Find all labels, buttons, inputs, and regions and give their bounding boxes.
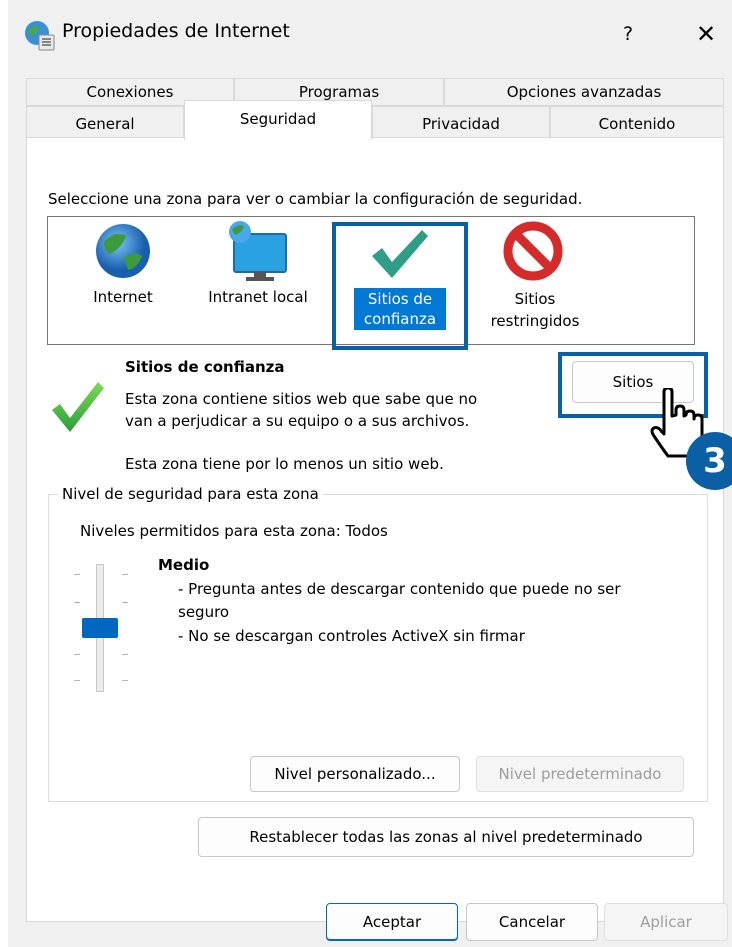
tab-opciones-avanzadas[interactable]: Opciones avanzadas <box>444 78 724 106</box>
zone-label: Intranet local <box>208 288 308 306</box>
tick-mark <box>122 602 128 603</box>
zone-intranet-local[interactable]: Intranet local <box>196 220 320 330</box>
intranet-icon <box>226 220 292 282</box>
globe-icon <box>92 220 154 282</box>
default-level-button: Nivel predeterminado <box>476 756 684 792</box>
zone-label-line1: Sitios <box>514 290 556 308</box>
zone-info: Esta zona tiene por lo menos un sitio we… <box>125 455 444 473</box>
security-level-slider[interactable] <box>70 560 132 696</box>
tick-mark <box>122 574 128 575</box>
group-label: Nivel de seguridad para esta zona <box>58 485 323 503</box>
zone-label-line2: restringidos <box>490 312 580 330</box>
reset-all-zones-button[interactable]: Restablecer todas las zonas al nivel pre… <box>198 817 694 857</box>
zone-internet[interactable]: Internet <box>70 220 176 330</box>
tab-label: Contenido <box>598 115 676 133</box>
zone-instruction: Seleccione una zona para ver o cambiar l… <box>48 190 583 208</box>
tab-privacidad[interactable]: Privacidad <box>372 106 550 138</box>
checkmark-icon <box>368 226 432 282</box>
tick-mark <box>122 680 128 681</box>
level-bullet1-line1: - Pregunta antes de descargar contenido … <box>178 580 621 598</box>
tab-contenido[interactable]: Contenido <box>550 106 724 138</box>
tab-label: Privacidad <box>422 115 500 133</box>
zone-label: Internet <box>93 288 153 306</box>
step-number: 3 <box>703 441 727 481</box>
tick-mark <box>74 680 80 681</box>
zone-title: Sitios de confianza <box>125 358 285 376</box>
tick-mark <box>74 574 80 575</box>
tab-label: General <box>75 115 135 133</box>
cancel-button[interactable]: Cancelar <box>466 903 598 941</box>
restricted-icon <box>502 220 564 282</box>
zone-description-line1: Esta zona contiene sitios web que sabe q… <box>125 390 478 408</box>
zone-description-line2: van a perjudicar a su equipo o a sus arc… <box>125 412 470 430</box>
tick-mark <box>74 602 80 603</box>
window-title: Propiedades de Internet <box>62 20 290 42</box>
slider-thumb[interactable] <box>82 618 118 638</box>
tab-label: Opciones avanzadas <box>506 83 662 101</box>
zone-check-icon <box>50 378 106 434</box>
zone-label-line1: Sitios de <box>367 290 433 308</box>
level-name: Medio <box>158 556 210 574</box>
apply-button: Aplicar <box>604 903 728 941</box>
internet-options-icon <box>22 18 56 52</box>
level-bullet2: - No se descargan controles ActiveX sin … <box>178 627 525 645</box>
tab-label: Conexiones <box>86 83 174 101</box>
tick-mark <box>122 654 128 655</box>
close-button[interactable]: ✕ <box>686 16 726 52</box>
zone-label-line2: confianza <box>363 310 437 328</box>
tab-general[interactable]: General <box>26 106 184 138</box>
level-bullet1-line2: seguro <box>178 603 230 621</box>
tab-label: Programas <box>298 83 380 101</box>
tab-seguridad[interactable]: Seguridad <box>184 100 372 140</box>
zone-sitios-restringidos[interactable]: Sitios restringidos <box>480 220 590 336</box>
tick-mark <box>74 654 80 655</box>
tab-label: Seguridad <box>239 110 317 128</box>
help-button[interactable]: ? <box>608 18 648 50</box>
allowed-levels: Niveles permitidos para esta zona: Todos <box>80 522 388 540</box>
zone-sitios-de-confianza[interactable]: Sitios de confianza <box>340 226 460 336</box>
ok-button[interactable]: Aceptar <box>326 903 458 941</box>
title-bar: Propiedades de Internet ? ✕ <box>8 0 732 68</box>
zone-selected-label: Sitios de confianza <box>354 288 446 330</box>
custom-level-button[interactable]: Nivel personalizado... <box>250 756 460 792</box>
